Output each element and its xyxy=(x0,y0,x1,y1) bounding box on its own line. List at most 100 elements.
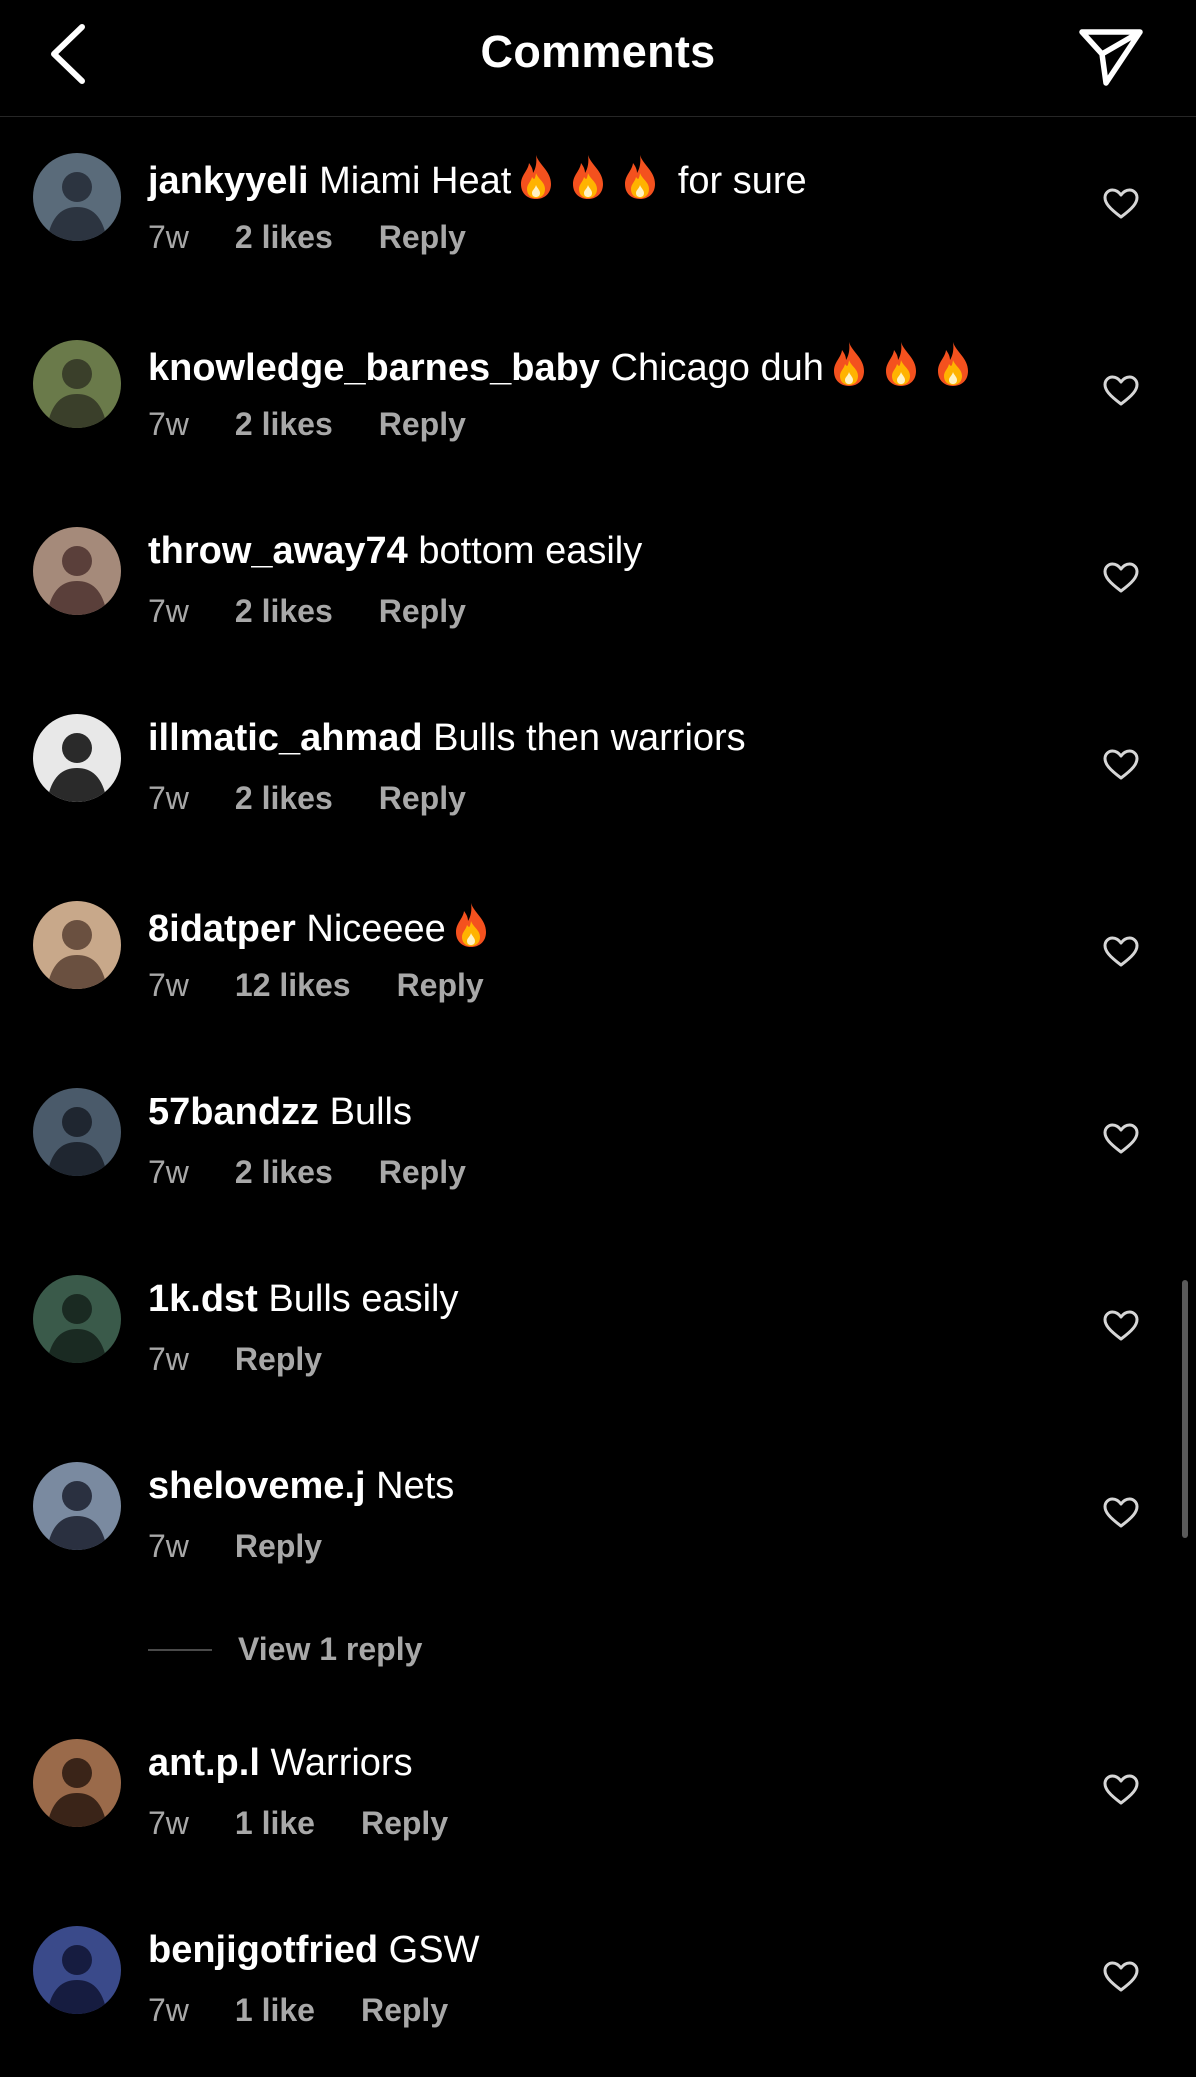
username[interactable]: sheloveme.j xyxy=(148,1465,366,1507)
comment-row: throw_away74 bottom easily 7w 2 likes Reply xyxy=(0,491,1196,678)
like-button[interactable] xyxy=(1098,1303,1144,1349)
like-button[interactable] xyxy=(1098,742,1144,788)
avatar[interactable] xyxy=(33,340,121,428)
likes-count[interactable]: 1 like xyxy=(235,1803,315,1843)
likes-count[interactable]: 2 likes xyxy=(235,778,333,818)
comment-text: knowledge_barnes_baby Chicago duh xyxy=(148,340,1048,392)
reply-divider-line xyxy=(148,1649,212,1651)
fire-emoji-icon xyxy=(833,342,864,386)
heart-outline-icon xyxy=(1103,375,1139,406)
likes-count[interactable]: 1 like xyxy=(235,1990,315,2030)
heart-outline-icon xyxy=(1103,1123,1139,1154)
paper-plane-icon xyxy=(1079,29,1143,86)
comment-row: benjigotfried GSW 7w 1 like Reply xyxy=(0,1890,1196,2077)
timestamp: 7w xyxy=(148,593,189,629)
avatar[interactable] xyxy=(33,1088,121,1176)
reply-button[interactable]: Reply xyxy=(235,1339,322,1379)
comment-meta: 7w 1 like Reply xyxy=(148,1990,448,2030)
comment-row: ant.p.l Warriors 7w 1 like Reply xyxy=(0,1703,1196,1890)
heart-outline-icon xyxy=(1103,1310,1139,1341)
comment-body: Chicago duh xyxy=(610,347,824,389)
heart-outline-icon xyxy=(1103,1961,1139,1992)
comment-row: jankyyeli Miami Heat for sure 7w 2 likes Re… xyxy=(0,117,1196,304)
username[interactable]: throw_away74 xyxy=(148,530,408,572)
avatar[interactable] xyxy=(33,1275,121,1363)
reply-button[interactable]: Reply xyxy=(361,1803,448,1843)
comment-meta: 7w 2 likes Reply xyxy=(148,591,466,631)
timestamp: 7w xyxy=(148,967,189,1003)
reply-button[interactable]: Reply xyxy=(379,591,466,631)
reply-button[interactable]: Reply xyxy=(379,778,466,818)
username[interactable]: jankyyeli xyxy=(148,160,309,202)
avatar[interactable] xyxy=(33,1739,121,1827)
reply-button[interactable]: Reply xyxy=(235,1526,322,1566)
comment-meta: 7w 2 likes Reply xyxy=(148,404,466,444)
comment-row: sheloveme.j Nets 7w Reply xyxy=(0,1426,1196,1613)
comment-row: knowledge_barnes_baby Chicago duh 7w 2 lik… xyxy=(0,304,1196,491)
fire-emoji-icon xyxy=(455,903,486,947)
header: Comments xyxy=(0,0,1196,117)
comment-text: 1k.dst Bulls easily xyxy=(148,1275,1048,1323)
username[interactable]: ant.p.l xyxy=(148,1742,260,1784)
comment-row: 57bandzz Bulls 7w 2 likes Reply xyxy=(0,1052,1196,1239)
timestamp: 7w xyxy=(148,1992,189,2028)
likes-count[interactable]: 2 likes xyxy=(235,1152,333,1192)
username[interactable]: 57bandzz xyxy=(148,1091,319,1133)
comment-body: Niceeee xyxy=(306,908,446,950)
comment-body: Bulls easily xyxy=(268,1278,459,1320)
comment-text: 57bandzz Bulls xyxy=(148,1088,1048,1136)
username[interactable]: 1k.dst xyxy=(148,1278,258,1320)
likes-count[interactable]: 2 likes xyxy=(235,217,333,257)
avatar[interactable] xyxy=(33,153,121,241)
view-replies-row: View 1 reply xyxy=(0,1613,1196,1703)
comment-row: 8idatper Niceeee 7w 12 likes Reply xyxy=(0,865,1196,1052)
comment-meta: 7w 1 like Reply xyxy=(148,1803,448,1843)
likes-count[interactable]: 2 likes xyxy=(235,404,333,444)
like-button[interactable] xyxy=(1098,929,1144,975)
reply-button[interactable]: Reply xyxy=(379,404,466,444)
fire-emoji-icon xyxy=(885,342,916,386)
avatar[interactable] xyxy=(33,1462,121,1550)
username[interactable]: knowledge_barnes_baby xyxy=(148,347,600,389)
view-replies-button[interactable]: View 1 reply xyxy=(238,1627,422,1671)
likes-count[interactable]: 12 likes xyxy=(235,965,351,1005)
reply-button[interactable]: Reply xyxy=(397,965,484,1005)
like-button[interactable] xyxy=(1098,1116,1144,1162)
like-button[interactable] xyxy=(1098,555,1144,601)
username[interactable]: benjigotfried xyxy=(148,1929,378,1971)
avatar[interactable] xyxy=(33,527,121,615)
heart-outline-icon xyxy=(1103,562,1139,593)
avatar[interactable] xyxy=(33,1926,121,2014)
comment-body: Bulls xyxy=(329,1091,412,1133)
comment-meta: 7w 2 likes Reply xyxy=(148,1152,466,1192)
like-button[interactable] xyxy=(1098,1490,1144,1536)
share-button[interactable] xyxy=(1076,22,1146,92)
comment-body: Nets xyxy=(376,1465,455,1507)
heart-outline-icon xyxy=(1103,1774,1139,1805)
comment-text: benjigotfried GSW xyxy=(148,1926,1048,1974)
reply-button[interactable]: Reply xyxy=(361,1990,448,2030)
heart-outline-icon xyxy=(1103,936,1139,967)
username[interactable]: illmatic_ahmad xyxy=(148,717,423,759)
reply-button[interactable]: Reply xyxy=(379,217,466,257)
like-button[interactable] xyxy=(1098,181,1144,227)
avatar[interactable] xyxy=(33,901,121,989)
fire-emoji-icon xyxy=(521,155,552,199)
scrollbar[interactable] xyxy=(1182,1280,1188,1538)
timestamp: 7w xyxy=(148,1154,189,1190)
reply-button[interactable]: Reply xyxy=(379,1152,466,1192)
timestamp: 7w xyxy=(148,1341,189,1377)
timestamp: 7w xyxy=(148,219,189,255)
avatar[interactable] xyxy=(33,714,121,802)
like-button[interactable] xyxy=(1098,1767,1144,1813)
comment-meta: 7w Reply xyxy=(148,1339,322,1379)
comment-row: 1k.dst Bulls easily 7w Reply xyxy=(0,1239,1196,1426)
comment-list: jankyyeli Miami Heat for sure 7w 2 likes Re… xyxy=(0,117,1196,2077)
timestamp: 7w xyxy=(148,1805,189,1841)
comment-meta: 7w 2 likes Reply xyxy=(148,217,466,257)
like-button[interactable] xyxy=(1098,368,1144,414)
likes-count[interactable]: 2 likes xyxy=(235,591,333,631)
like-button[interactable] xyxy=(1098,1954,1144,2000)
username[interactable]: 8idatper xyxy=(148,908,296,950)
heart-outline-icon xyxy=(1103,188,1139,219)
